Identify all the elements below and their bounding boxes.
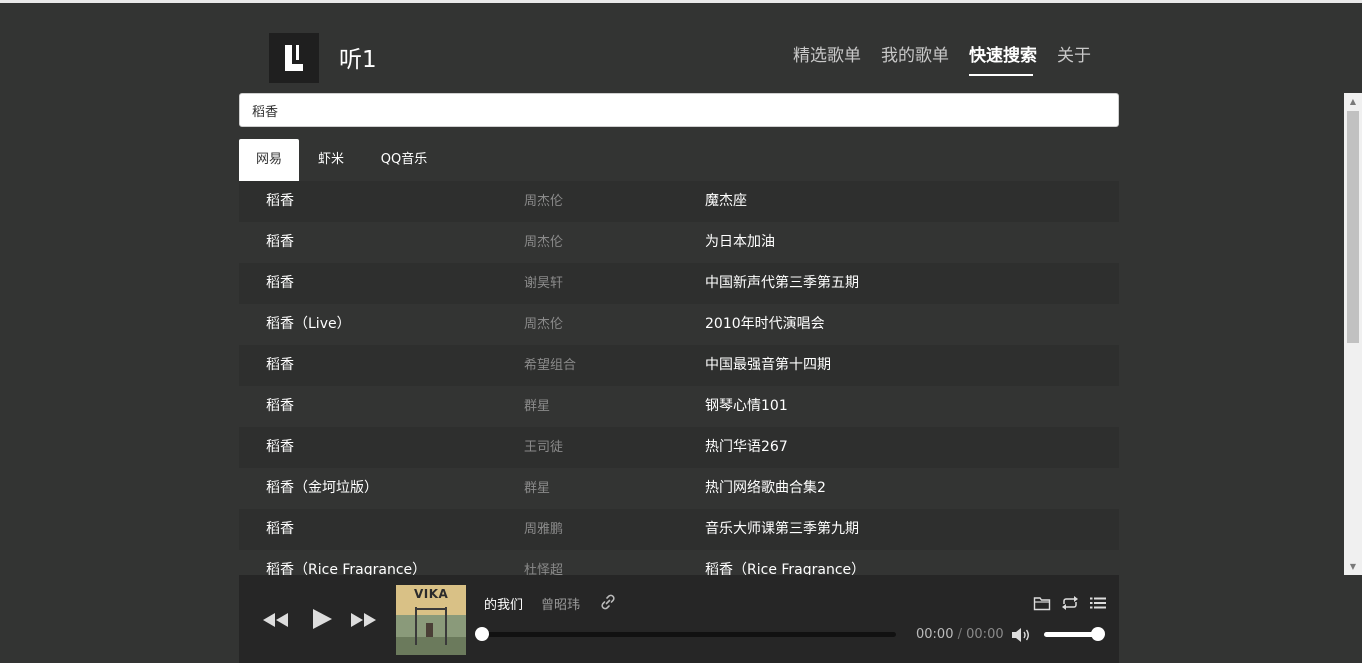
nav-quick-search[interactable]: 快速搜索: [969, 41, 1037, 66]
track-title[interactable]: 的我们: [484, 594, 523, 613]
fast-forward-icon[interactable]: [350, 612, 376, 628]
song-title[interactable]: 稻香: [266, 345, 294, 386]
song-title[interactable]: 稻香（Rice Fragrance）: [266, 550, 426, 575]
nav-my-playlists[interactable]: 我的歌单: [881, 41, 949, 66]
song-album[interactable]: 魔杰座: [705, 181, 747, 222]
song-artist[interactable]: 周杰伦: [524, 222, 563, 263]
song-artist[interactable]: 群星: [524, 386, 550, 427]
volume-fill: [1044, 632, 1098, 637]
scroll-down-arrow-icon[interactable]: ▼: [1344, 558, 1362, 575]
song-title[interactable]: 稻香: [266, 386, 294, 427]
result-row[interactable]: 稻香 周杰伦 魔杰座: [239, 181, 1119, 222]
results-scrollbar[interactable]: ▲ ▼: [1344, 93, 1362, 575]
folder-icon[interactable]: [1033, 595, 1051, 611]
playlist-icon[interactable]: [1089, 595, 1107, 611]
song-artist[interactable]: 杜怿超: [524, 550, 563, 575]
result-row[interactable]: 稻香 谢昊轩 中国新声代第三季第五期: [239, 263, 1119, 304]
result-row[interactable]: 稻香（金坷垃版） 群星 热门网络歌曲合集2: [239, 468, 1119, 509]
song-artist[interactable]: 谢昊轩: [524, 263, 563, 304]
volume-slider[interactable]: [1044, 627, 1105, 641]
repeat-icon[interactable]: [1061, 595, 1079, 611]
current-time: 00:00: [916, 627, 954, 642]
album-cover-text: VIKA: [414, 587, 449, 601]
volume-icon[interactable]: [1011, 627, 1033, 643]
progress-handle[interactable]: [475, 627, 489, 641]
song-title[interactable]: 稻香: [266, 263, 294, 304]
time-separator: /: [957, 627, 962, 642]
song-title[interactable]: 稻香: [266, 181, 294, 222]
result-row[interactable]: 稻香（Rice Fragrance） 杜怿超 稻香（Rice Fragrance…: [239, 550, 1119, 575]
scrollbar-thumb[interactable]: [1347, 111, 1359, 343]
song-artist[interactable]: 周杰伦: [524, 181, 563, 222]
source-tabs: 网易 虾米 QQ音乐: [239, 139, 1119, 182]
song-album[interactable]: 热门华语267: [705, 427, 788, 468]
song-album[interactable]: 2010年时代演唱会: [705, 304, 825, 345]
song-artist[interactable]: 王司徒: [524, 427, 563, 468]
song-artist[interactable]: 希望组合: [524, 345, 576, 386]
song-title[interactable]: 稻香: [266, 222, 294, 263]
tab-qq-music[interactable]: QQ音乐: [369, 139, 439, 181]
app-title: 听1: [339, 47, 377, 73]
song-title[interactable]: 稻香: [266, 427, 294, 468]
result-row[interactable]: 稻香 周杰伦 为日本加油: [239, 222, 1119, 263]
song-artist[interactable]: 群星: [524, 468, 550, 509]
tab-xiami[interactable]: 虾米: [305, 139, 357, 181]
song-album[interactable]: 音乐大师课第三季第九期: [705, 509, 859, 550]
progress-bar[interactable]: [475, 627, 896, 641]
link-icon[interactable]: [599, 593, 617, 611]
song-album[interactable]: 中国新声代第三季第五期: [705, 263, 859, 304]
song-title[interactable]: 稻香（Live）: [266, 304, 351, 345]
player-bar: VIKA 的我们 曾昭玮 00:00 / 00:00: [239, 575, 1119, 663]
result-row[interactable]: 稻香 周雅鹏 音乐大师课第三季第九期: [239, 509, 1119, 550]
song-title[interactable]: 稻香（金坷垃版）: [266, 468, 378, 509]
result-row[interactable]: 稻香 群星 钢琴心情101: [239, 386, 1119, 427]
play-icon[interactable]: [311, 608, 333, 630]
result-row[interactable]: 稻香 王司徒 热门华语267: [239, 427, 1119, 468]
duration: 00:00: [966, 627, 1004, 642]
song-artist[interactable]: 周雅鹏: [524, 509, 563, 550]
rewind-icon[interactable]: [263, 612, 289, 628]
song-artist[interactable]: 周杰伦: [524, 304, 563, 345]
song-album[interactable]: 为日本加油: [705, 222, 775, 263]
nav-active-indicator: [969, 74, 1033, 76]
volume-handle[interactable]: [1091, 627, 1105, 641]
song-album[interactable]: 钢琴心情101: [705, 386, 788, 427]
search-input[interactable]: [239, 93, 1119, 127]
album-cover[interactable]: VIKA: [396, 585, 466, 655]
song-album[interactable]: 热门网络歌曲合集2: [705, 468, 826, 509]
track-artist[interactable]: 曾昭玮: [541, 594, 580, 613]
song-title[interactable]: 稻香: [266, 509, 294, 550]
tab-netease[interactable]: 网易: [239, 139, 299, 181]
song-album[interactable]: 中国最强音第十四期: [705, 345, 831, 386]
song-album[interactable]: 稻香（Rice Fragrance）: [705, 550, 865, 575]
nav-about[interactable]: 关于: [1057, 41, 1091, 66]
result-row[interactable]: 稻香（Live） 周杰伦 2010年时代演唱会: [239, 304, 1119, 345]
time-display: 00:00 / 00:00: [916, 627, 1004, 642]
top-border: [0, 0, 1362, 3]
logo-icon: [285, 45, 303, 71]
search-results-list: 稻香 周杰伦 魔杰座 稻香 周杰伦 为日本加油 稻香 谢昊轩 中国新声代第三季第…: [239, 181, 1119, 575]
result-row[interactable]: 稻香 希望组合 中国最强音第十四期: [239, 345, 1119, 386]
nav-featured-playlists[interactable]: 精选歌单: [793, 41, 861, 66]
app-logo[interactable]: [269, 33, 319, 83]
scroll-up-arrow-icon[interactable]: ▲: [1344, 93, 1362, 110]
